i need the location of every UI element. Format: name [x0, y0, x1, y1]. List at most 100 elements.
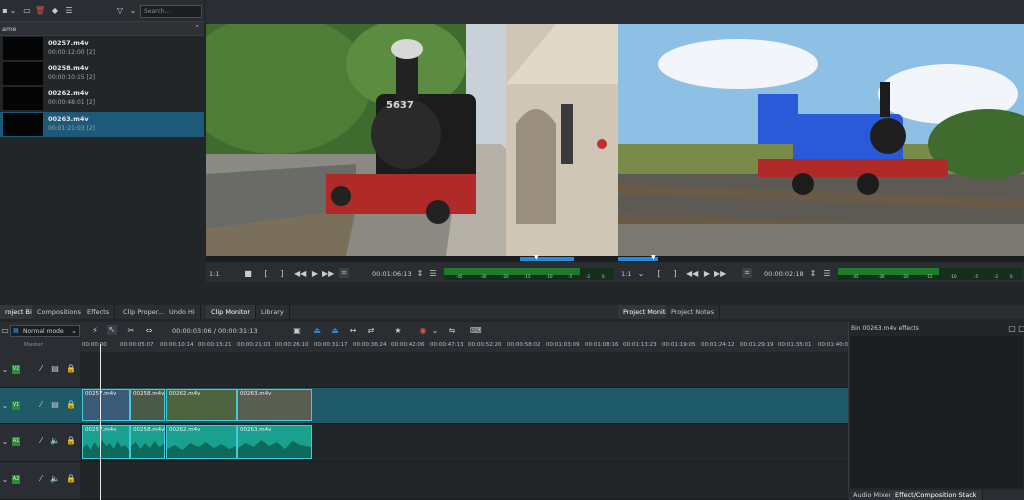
project-monitor-scrubber[interactable]: ▼: [618, 254, 1024, 262]
edit-mode-select[interactable]: ▦ Normal mode ⌄: [10, 325, 80, 337]
playhead-triangle-icon[interactable]: ▼: [534, 254, 539, 261]
film-icon[interactable]: ▤: [50, 364, 60, 374]
loop-zone-icon[interactable]: ⌗: [742, 268, 752, 278]
record-icon[interactable]: ◉: [418, 326, 428, 336]
project-monitor-timecode[interactable]: 00:00:02:18: [764, 270, 804, 278]
playhead-triangle-icon[interactable]: ▼: [651, 254, 656, 261]
clip-monitor-timecode[interactable]: 00:01:06:13: [372, 270, 412, 278]
video-clip[interactable]: 00262.m4v: [166, 389, 237, 421]
track-header-a1[interactable]: ⌄ A1 ⁄ 🔈 🔒: [0, 424, 80, 462]
favorite-star-icon[interactable]: ★: [393, 326, 403, 336]
tab-clip-monitor[interactable]: Clip Monitor: [206, 305, 257, 319]
track-name-badge[interactable]: V2: [12, 365, 20, 374]
sort-chevron-icon[interactable]: ⌃: [194, 24, 200, 32]
lock-icon[interactable]: 🔒: [66, 364, 76, 374]
project-monitor-video[interactable]: [618, 24, 1024, 256]
fast-forward-icon[interactable]: ▶▶: [322, 269, 334, 279]
razor-tool-icon[interactable]: ✂: [126, 326, 136, 336]
tab-project-notes[interactable]: Project Notes: [666, 305, 721, 319]
set-out-icon[interactable]: ]: [670, 269, 680, 279]
master-header[interactable]: Master: [0, 340, 80, 352]
track-a1[interactable]: 00257.m4v 00258.m4v 00262.m4v 00263.m4v: [80, 424, 848, 462]
track-header-a2[interactable]: ⌄ A2 ⁄ 🔈 🔒: [0, 462, 80, 500]
lift-icon[interactable]: ⏏: [312, 326, 322, 336]
list-view-icon[interactable]: ☰: [64, 6, 74, 16]
bin-clip-row[interactable]: 00257.m4v 00:00:12:00 [2]: [0, 36, 204, 61]
menu-icon[interactable]: ☰: [428, 269, 438, 279]
overwrite-icon[interactable]: ↔: [348, 326, 358, 336]
search-input[interactable]: Search...: [140, 5, 202, 18]
bin-clip-row-selected[interactable]: 00263.m4v 00:01:21:03 [2]: [0, 112, 204, 137]
video-clip[interactable]: 00263.m4v: [237, 389, 312, 421]
tab-clip-properties[interactable]: Clip Proper...: [118, 305, 171, 319]
lock-icon[interactable]: 🔒: [66, 400, 76, 410]
insert-icon[interactable]: ▣: [292, 326, 302, 336]
zoom-select[interactable]: 1:1: [621, 270, 631, 278]
bin-clip-row[interactable]: 00258.m4v 00:00:10:15 [2]: [0, 61, 204, 86]
video-clip[interactable]: 00258.m4v: [130, 389, 165, 421]
fast-forward-icon[interactable]: ▶▶: [714, 269, 726, 279]
set-in-icon[interactable]: [: [261, 269, 271, 279]
audio-clip[interactable]: 00258.m4v: [130, 425, 165, 459]
effect-wand-icon[interactable]: ⁄: [36, 364, 46, 374]
track-name-badge[interactable]: V1: [12, 401, 20, 410]
tab-library[interactable]: Library: [256, 305, 290, 319]
speaker-icon[interactable]: 🔈: [50, 474, 60, 484]
spinner-icon[interactable]: ⇕: [415, 269, 425, 279]
chevron-down-icon[interactable]: ⌄: [636, 269, 646, 279]
loop-zone-icon[interactable]: ⌗: [339, 268, 349, 278]
effect-wand-icon[interactable]: ⁄: [36, 474, 46, 484]
replace-icon[interactable]: ⇄: [366, 326, 376, 336]
audio-clip[interactable]: 00263.m4v: [237, 425, 312, 459]
filter-icon[interactable]: ▽: [115, 6, 125, 16]
lock-icon[interactable]: 🔒: [66, 436, 76, 446]
bin-clip-row[interactable]: 00262.m4v 00:00:48:01 [2]: [0, 86, 204, 111]
spinner-icon[interactable]: ⇕: [808, 269, 818, 279]
split-audio-icon[interactable]: ⚡: [90, 326, 100, 336]
menu-icon[interactable]: ☰: [822, 269, 832, 279]
panel-close-icon[interactable]: ▢: [1017, 324, 1024, 334]
set-out-icon[interactable]: ]: [277, 269, 287, 279]
collapse-chevron-icon[interactable]: ⌄: [0, 437, 10, 447]
lock-icon[interactable]: 🔒: [66, 474, 76, 484]
zoom-select[interactable]: 1:1: [209, 270, 219, 278]
stop-icon[interactable]: ■: [243, 269, 253, 279]
audio-thumb-icon[interactable]: ⇋: [447, 326, 457, 336]
chevron-down-icon[interactable]: ⌄: [8, 6, 18, 16]
film-icon[interactable]: ▤: [50, 400, 60, 410]
clip-monitor-scrubber[interactable]: ▼: [206, 254, 618, 262]
video-clip[interactable]: 00257.m4v: [82, 389, 130, 421]
timeline-ruler[interactable]: 00:00:00 00:00:05:07 00:00:10:14 00:00:1…: [80, 340, 848, 352]
play-icon[interactable]: ▶: [310, 269, 320, 279]
track-name-badge[interactable]: A2: [12, 475, 20, 484]
chevron-down-icon[interactable]: ⌄: [128, 6, 138, 16]
track-name-badge[interactable]: A1: [12, 437, 20, 446]
track-v1[interactable]: 00257.m4v 00258.m4v 00262.m4v 00263.m4v: [80, 388, 848, 424]
bin-column-header[interactable]: ame ⌃: [0, 22, 204, 36]
panel-maximize-icon[interactable]: ▢: [1007, 324, 1017, 334]
audio-clip[interactable]: 00257.m4v: [82, 425, 130, 459]
rewind-icon[interactable]: ◀◀: [686, 269, 698, 279]
track-a2[interactable]: [80, 462, 848, 500]
rewind-icon[interactable]: ◀◀: [294, 269, 306, 279]
folder-icon[interactable]: ▭: [22, 6, 32, 16]
effect-wand-icon[interactable]: ⁄: [36, 436, 46, 446]
delete-icon[interactable]: 🗑: [35, 6, 45, 16]
track-header-v1[interactable]: ⌄ V1 ⁄ ▤ 🔒: [0, 388, 80, 424]
track-menu-icon[interactable]: ▭: [0, 326, 10, 336]
track-header-v2[interactable]: ⌄ V2 ⁄ ▤ 🔒: [0, 352, 80, 388]
chevron-down-icon[interactable]: ⌄: [430, 326, 440, 336]
spacer-tool-icon[interactable]: ⇔: [144, 326, 154, 336]
collapse-chevron-icon[interactable]: ⌄: [0, 401, 10, 411]
timeline-position[interactable]: 00:00:03:06 / 00:00:31:13: [172, 327, 258, 335]
tab-compositions[interactable]: Compositions: [32, 305, 87, 319]
set-in-icon[interactable]: [: [654, 269, 664, 279]
collapse-chevron-icon[interactable]: ⌄: [0, 365, 10, 375]
clip-monitor-video[interactable]: 5637: [206, 24, 618, 256]
selection-tool-icon[interactable]: ↖: [107, 325, 117, 335]
tab-effect-composition-stack[interactable]: Effect/Composition Stack: [890, 490, 983, 500]
speaker-icon[interactable]: 🔈: [50, 436, 60, 446]
play-icon[interactable]: ▶: [702, 269, 712, 279]
timeline-playhead[interactable]: [100, 344, 101, 500]
collapse-chevron-icon[interactable]: ⌄: [0, 475, 10, 485]
